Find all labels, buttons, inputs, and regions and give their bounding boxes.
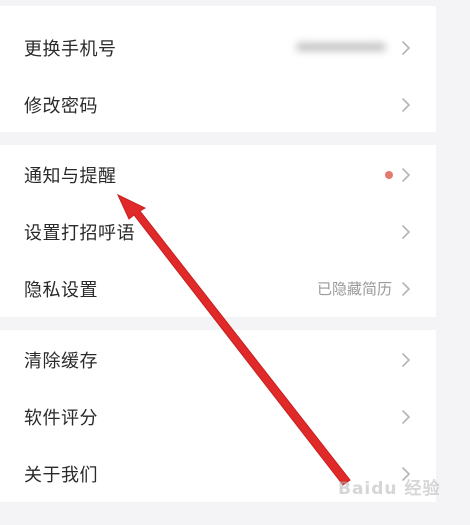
privacy-status-value: 已隐藏简历 (316, 280, 392, 298)
greeting-row[interactable]: 设置打招呼语 (0, 203, 436, 260)
account-group: 更换手机号 修改密码 (0, 6, 436, 132)
change-password-label: 修改密码 (24, 95, 98, 117)
about-us-label: 关于我们 (24, 464, 98, 486)
change-phone-row[interactable]: 更换手机号 (0, 19, 436, 76)
change-password-row[interactable]: 修改密码 (0, 76, 436, 133)
greeting-label: 设置打招呼语 (24, 222, 135, 244)
blurred-phone-number (296, 39, 386, 57)
notifications-label: 通知与提醒 (24, 165, 117, 187)
rate-app-label: 软件评分 (24, 407, 98, 429)
change-phone-label: 更换手机号 (24, 38, 117, 60)
settings-group: 通知与提醒 设置打招呼语 隐私设置 已隐藏简历 (0, 145, 436, 317)
right-margin (436, 0, 470, 525)
chevron-right-icon (400, 409, 412, 425)
notification-dot (385, 171, 393, 179)
chevron-right-icon (400, 281, 412, 297)
chevron-right-icon (400, 352, 412, 368)
phone-number-value (296, 39, 386, 57)
clear-cache-label: 清除缓存 (24, 350, 98, 372)
rate-app-row[interactable]: 软件评分 (0, 388, 436, 445)
clear-cache-row[interactable]: 清除缓存 (0, 331, 436, 388)
watermark: Baidu 经验 (338, 479, 441, 499)
privacy-label: 隐私设置 (24, 279, 98, 301)
chevron-right-icon (400, 97, 412, 113)
notifications-row[interactable]: 通知与提醒 (0, 146, 436, 203)
privacy-row[interactable]: 隐私设置 已隐藏简历 (0, 260, 436, 317)
chevron-right-icon (400, 40, 412, 56)
chevron-right-icon (400, 167, 412, 183)
chevron-right-icon (400, 224, 412, 240)
